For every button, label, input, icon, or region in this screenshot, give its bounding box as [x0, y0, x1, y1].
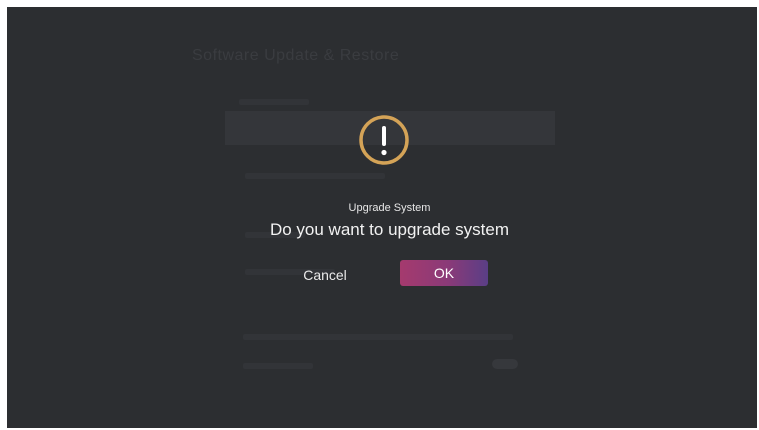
upgrade-dialog: Upgrade System Do you want to upgrade sy… — [7, 7, 757, 428]
dialog-title: Upgrade System — [348, 202, 431, 214]
ok-button[interactable]: OK — [400, 260, 488, 286]
warning-exclamation-icon — [359, 115, 409, 165]
tv-screen: Software Update & Restore Upgrade System… — [7, 7, 757, 428]
cancel-button[interactable]: Cancel — [292, 262, 358, 288]
dialog-message: Do you want to upgrade system — [269, 220, 510, 239]
